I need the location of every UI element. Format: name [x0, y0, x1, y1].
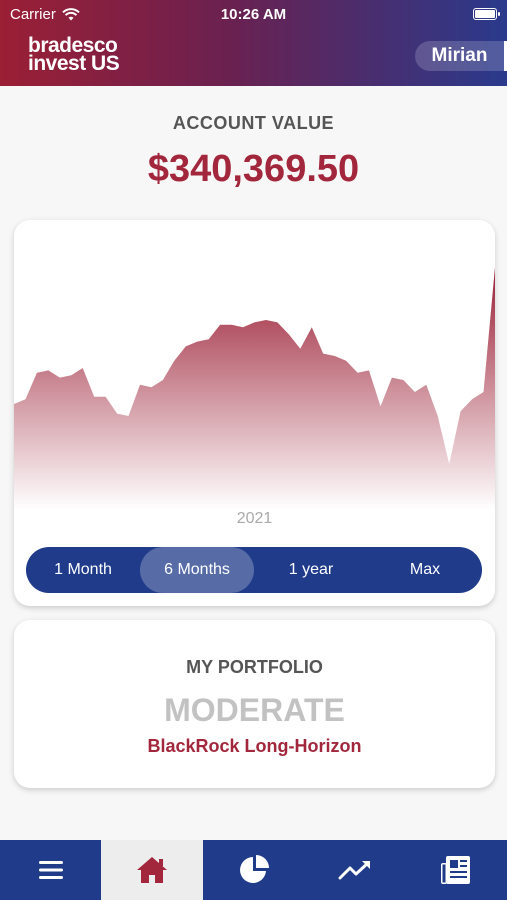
range-label: Max — [409, 561, 441, 578]
tab-portfolio[interactable] — [203, 840, 304, 900]
range-selector: 1 Month 6 Months 1 year Max — [26, 547, 482, 593]
user-name: Mirian — [431, 45, 488, 66]
chart-x-label: 2021 — [236, 510, 273, 527]
range-1-month-button[interactable]: 1 Month — [26, 547, 140, 593]
range-max-button[interactable]: Max — [368, 547, 482, 593]
app-header: Carrier 10:26 AM bradesco invest US Miri… — [0, 0, 507, 86]
brand-logo: bradesco invest US — [28, 35, 120, 75]
range-1-year-button[interactable]: 1 year — [254, 547, 368, 593]
pie-chart-icon — [239, 855, 269, 883]
tab-menu[interactable] — [0, 840, 101, 900]
portfolio-card[interactable]: MY PORTFOLIO MODERATE BlackRock Long-Hor… — [14, 620, 495, 788]
portfolio-profile: MODERATE — [164, 692, 345, 728]
portfolio-fund: BlackRock Long-Horizon — [147, 736, 362, 756]
tab-performance[interactable] — [304, 840, 405, 900]
trending-up-icon — [338, 861, 370, 880]
performance-chart — [14, 267, 495, 510]
menu-icon — [38, 861, 63, 879]
range-label: 1 year — [288, 561, 334, 578]
user-menu-button[interactable]: Mirian — [415, 41, 507, 71]
status-bar: Carrier 10:26 AM — [0, 0, 507, 30]
tab-news[interactable] — [406, 840, 507, 900]
home-icon — [137, 857, 168, 883]
range-label: 6 Months — [164, 561, 230, 578]
portfolio-title: MY PORTFOLIO — [186, 657, 323, 677]
tab-home[interactable] — [101, 840, 203, 900]
account-value: $340,369.50 — [147, 148, 360, 190]
logo-line-2: invest US — [28, 52, 120, 75]
account-value-label: ACCOUNT VALUE — [172, 113, 335, 133]
tab-bar — [0, 840, 507, 900]
range-6-months-button[interactable]: 6 Months — [140, 547, 254, 593]
chart-card: 2021 1 Month 6 Months 1 year Max — [14, 220, 495, 606]
battery-icon — [473, 8, 500, 20]
news-icon — [441, 856, 471, 884]
range-label: 1 Month — [54, 561, 112, 578]
chart-area-series — [14, 267, 495, 510]
status-time: 10:26 AM — [220, 6, 287, 23]
